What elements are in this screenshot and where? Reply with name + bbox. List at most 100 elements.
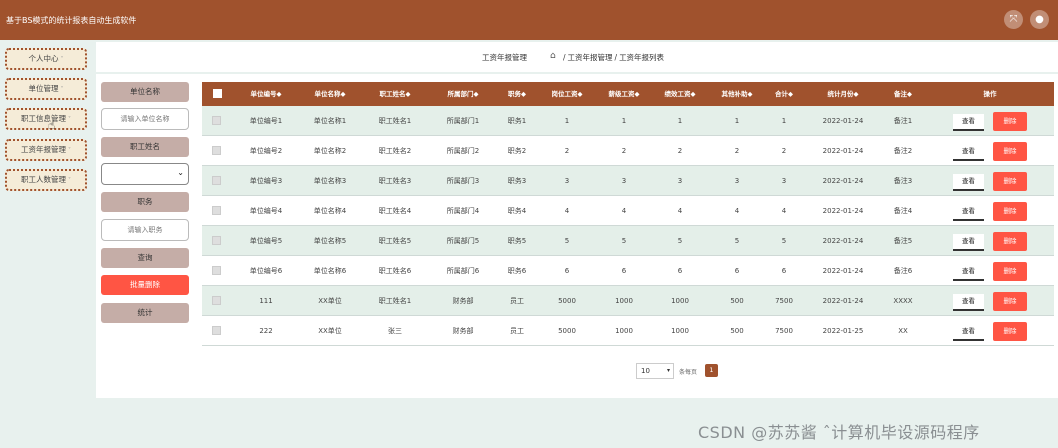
sidebar-item-staff-info[interactable]: 职工信息管理 ˅	[5, 108, 87, 130]
cell-total: 3	[781, 177, 787, 185]
col-total[interactable]: 合计◆	[768, 82, 800, 106]
col-staff-name[interactable]: 职工姓名◆	[368, 82, 422, 106]
cell-total: 7500	[775, 297, 793, 305]
cell-unit-code: 单位编号6	[249, 267, 283, 275]
cell-remark: 备注6	[893, 267, 913, 275]
cell-unit-name: 单位名称5	[313, 237, 347, 245]
cell-stat-month: 2022-01-24	[822, 207, 864, 215]
sidebar-item-label: 职工人数管理	[21, 175, 66, 184]
table-row: 单位编号4 单位名称4 职工姓名4 所属部门4 职务4 4 4 4 4 4 20…	[202, 196, 1054, 226]
cell-grade-salary: 5	[621, 237, 627, 245]
cell-total: 2	[781, 147, 787, 155]
view-button[interactable]: 查看	[953, 324, 984, 341]
cell-other-allowance: 1	[734, 117, 740, 125]
cell-grade-salary: 1000	[615, 297, 633, 305]
cell-post-salary: 5	[564, 237, 570, 245]
cell-department: 所属部门6	[446, 267, 480, 275]
home-icon[interactable]: ⌂	[550, 51, 556, 61]
cell-performance-salary: 3	[677, 177, 683, 185]
cell-department: 所属部门5	[446, 237, 480, 245]
row-checkbox[interactable]	[212, 176, 221, 185]
cell-department: 所属部门4	[446, 207, 480, 215]
page-size-label: 条每页	[679, 369, 698, 376]
cell-unit-code: 单位编号5	[249, 237, 283, 245]
pointer-cursor-icon: ☝	[48, 118, 56, 132]
col-stat-month[interactable]: 统计月份◆	[812, 82, 874, 106]
cell-post-salary: 3	[564, 177, 570, 185]
cell-staff-name: 职工姓名2	[378, 147, 412, 155]
fullscreen-icon[interactable]: ⤧	[1004, 10, 1023, 29]
query-button[interactable]: 查询	[101, 248, 189, 268]
cell-staff-name: 职工姓名1	[378, 117, 412, 125]
stats-button[interactable]: 统计	[101, 303, 189, 323]
view-button[interactable]: 查看	[953, 144, 984, 161]
table-row: 单位编号2 单位名称2 职工姓名2 所属部门2 职务2 2 2 2 2 2 20…	[202, 136, 1054, 166]
batch-delete-button[interactable]: 批量删除	[101, 275, 189, 295]
staff-name-label: 职工姓名	[101, 137, 189, 157]
view-button[interactable]: 查看	[953, 264, 984, 281]
sidebar-item-salary-report[interactable]: 工资年报管理 ˅	[5, 139, 87, 161]
cell-post-salary: 2	[564, 147, 570, 155]
cell-remark: XXXX	[893, 297, 913, 305]
delete-button[interactable]: 删除	[993, 322, 1027, 341]
cell-position: 员工	[510, 327, 524, 335]
cell-position: 职务5	[507, 237, 527, 245]
select-all-checkbox[interactable]	[213, 89, 222, 98]
table-row: 111 XX单位 职工姓名1 财务部 员工 5000 1000 1000 500…	[202, 286, 1054, 316]
cell-unit-code: 222	[259, 327, 273, 335]
staff-name-select[interactable]: ⌄	[101, 163, 189, 185]
cell-stat-month: 2022-01-25	[822, 327, 864, 335]
cell-performance-salary: 1000	[671, 327, 689, 335]
cell-staff-name: 职工姓名1	[378, 297, 412, 305]
sidebar-item-label: 单位管理	[28, 84, 59, 93]
sidebar-item-staff-count[interactable]: 职工人数管理 ˅	[5, 169, 87, 191]
col-performance-salary[interactable]: 绩效工资◆	[655, 82, 705, 106]
sidebar-item-personal-center[interactable]: 个人中心 ˅	[5, 48, 87, 70]
row-checkbox[interactable]	[212, 116, 221, 125]
view-button[interactable]: 查看	[953, 204, 984, 221]
cell-total: 1	[781, 117, 787, 125]
col-position[interactable]: 职务◆	[499, 82, 535, 106]
col-post-salary[interactable]: 岗位工资◆	[542, 82, 592, 106]
col-remark[interactable]: 备注◆	[883, 82, 923, 106]
delete-button[interactable]: 删除	[993, 292, 1027, 311]
page-size-value: 10	[641, 367, 650, 375]
row-checkbox[interactable]	[212, 326, 221, 335]
unit-name-input[interactable]: 请输入单位名称	[101, 108, 189, 130]
row-checkbox[interactable]	[212, 206, 221, 215]
cell-remark: XX	[898, 327, 908, 335]
delete-button[interactable]: 删除	[993, 202, 1027, 221]
delete-button[interactable]: 删除	[993, 262, 1027, 281]
row-checkbox[interactable]	[212, 266, 221, 275]
delete-button[interactable]: 删除	[993, 232, 1027, 251]
view-button[interactable]: 查看	[953, 174, 984, 191]
cell-staff-name: 职工姓名4	[378, 207, 412, 215]
cell-total: 7500	[775, 327, 793, 335]
delete-button[interactable]: 删除	[993, 142, 1027, 161]
cell-other-allowance: 500	[730, 327, 744, 335]
view-button[interactable]: 查看	[953, 114, 984, 131]
table-header: 单位编号◆ 单位名称◆ 职工姓名◆ 所属部门◆ 职务◆ 岗位工资◆ 薪级工资◆ …	[202, 82, 1054, 106]
col-unit-code[interactable]: 单位编号◆	[240, 82, 292, 106]
row-checkbox[interactable]	[212, 296, 221, 305]
watermark-text: CSDN @苏苏酱 ˆ计算机毕设源码程序	[698, 423, 980, 442]
cell-unit-name: XX单位	[318, 297, 342, 305]
view-button[interactable]: 查看	[953, 294, 984, 311]
page-size-select[interactable]: 10 ▾	[636, 363, 674, 379]
col-department[interactable]: 所属部门◆	[436, 82, 490, 106]
col-grade-salary[interactable]: 薪级工资◆	[599, 82, 649, 106]
row-checkbox[interactable]	[212, 146, 221, 155]
cell-stat-month: 2022-01-24	[822, 267, 864, 275]
page-number-current[interactable]: 1	[705, 364, 718, 377]
col-unit-name[interactable]: 单位名称◆	[304, 82, 356, 106]
sidebar-item-unit-management[interactable]: 单位管理 ˅	[5, 78, 87, 100]
delete-button[interactable]: 删除	[993, 172, 1027, 191]
cell-unit-name: 单位名称6	[313, 267, 347, 275]
position-input[interactable]: 请输入职务	[101, 219, 189, 241]
user-avatar-icon[interactable]: ●	[1030, 10, 1049, 29]
col-other-allowance[interactable]: 其他补助◆	[712, 82, 762, 106]
view-button[interactable]: 查看	[953, 234, 984, 251]
breadcrumb-level1[interactable]: 工资年报管理	[568, 53, 613, 62]
delete-button[interactable]: 删除	[993, 112, 1027, 131]
row-checkbox[interactable]	[212, 236, 221, 245]
